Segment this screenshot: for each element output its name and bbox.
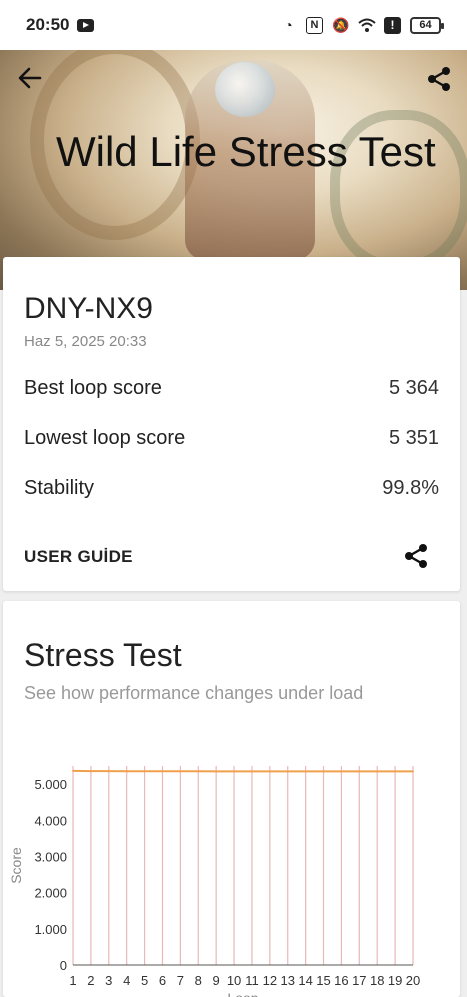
- status-bar: 20:50 ◔ N 🔕 ! 64: [0, 0, 467, 50]
- data-point: [197, 770, 200, 773]
- x-tick-label: 8: [195, 973, 202, 988]
- share-icon[interactable]: [401, 541, 431, 571]
- data-point: [268, 770, 271, 773]
- x-tick-label: 18: [370, 973, 384, 988]
- x-tick-label: 20: [406, 973, 420, 988]
- data-point: [161, 770, 164, 773]
- data-point: [322, 770, 325, 773]
- back-arrow-icon[interactable]: [16, 64, 44, 92]
- section-subtitle: See how performance changes under load: [24, 683, 364, 703]
- data-point: [215, 770, 218, 773]
- data-point: [340, 770, 343, 773]
- nfc-icon: N: [306, 16, 323, 34]
- x-tick-label: 6: [159, 973, 166, 988]
- data-point: [125, 770, 128, 773]
- data-point: [107, 770, 110, 773]
- data-point: [89, 770, 92, 772]
- x-tick-label: 2: [87, 973, 94, 988]
- x-tick-label: 16: [334, 973, 348, 988]
- x-tick-label: 13: [281, 973, 295, 988]
- device-name: DNY-NX9: [24, 292, 153, 325]
- data-point: [286, 770, 289, 773]
- wifi-icon: [358, 17, 376, 34]
- data-point: [179, 770, 182, 773]
- row-value: 99.8%: [382, 477, 439, 499]
- x-tick-label: 9: [213, 973, 220, 988]
- data-point: [72, 770, 74, 772]
- stability-row: Stability 99.8%: [24, 477, 439, 500]
- y-tick-label: 5.000: [34, 777, 67, 792]
- x-tick-label: 3: [105, 973, 112, 988]
- speedometer-icon: ◔: [284, 16, 293, 33]
- row-value: 5 364: [388, 377, 439, 399]
- page-title: Wild Life Stress Test: [56, 128, 436, 175]
- stress-chart: 01.0002.0003.0004.0005.0001 2 3 4 5 6 7 8 9 10 11 1…: [8, 766, 420, 997]
- data-point: [376, 770, 379, 773]
- x-tick-label: 5: [141, 973, 148, 988]
- result-card: DNY-NX9 Haz 5, 2025 20:33 Best loop scor…: [3, 257, 460, 591]
- y-tick-label: 3.000: [34, 849, 67, 864]
- user-guide-link[interactable]: USER GUİDE: [24, 547, 133, 567]
- x-tick-label: 12: [263, 973, 277, 988]
- data-point: [358, 770, 361, 773]
- x-tick-label: 19: [388, 973, 402, 988]
- stress-test-card: Stress Test See how performance changes …: [3, 601, 460, 997]
- hero-helmet: [215, 62, 275, 117]
- lowest-loop-row: Lowest loop score 5 351: [24, 427, 439, 450]
- data-point: [251, 770, 253, 773]
- x-tick-label: 4: [123, 973, 130, 988]
- row-label: Stability: [24, 477, 95, 499]
- row-label: Best loop score: [24, 377, 162, 399]
- y-tick-label: 0: [60, 958, 67, 973]
- data-point: [412, 770, 414, 773]
- best-loop-row: Best loop score 5 364: [24, 377, 439, 400]
- x-tick-label: 15: [316, 973, 330, 988]
- x-tick-label: 1: [69, 973, 76, 988]
- alert-icon: !: [384, 16, 401, 34]
- battery-level: 64: [419, 18, 432, 31]
- y-tick-label: 4.000: [34, 813, 67, 828]
- data-point: [143, 770, 146, 773]
- y-tick-label: 1.000: [34, 922, 67, 937]
- x-axis-label: Loop: [227, 990, 258, 997]
- y-axis-label: Score: [8, 847, 24, 884]
- row-label: Lowest loop score: [24, 427, 186, 449]
- x-tick-label: 11: [245, 973, 259, 988]
- status-icons: ◔ N 🔕 ! 64: [280, 16, 444, 34]
- x-tick-label: 14: [298, 973, 312, 988]
- x-tick-label: 10: [227, 973, 241, 988]
- share-icon[interactable]: [424, 64, 454, 94]
- data-point: [233, 770, 235, 773]
- mute-icon: 🔕: [332, 16, 350, 33]
- youtube-icon: [77, 18, 95, 32]
- data-point: [394, 770, 397, 773]
- x-tick-label: 17: [352, 973, 366, 988]
- y-tick-label: 2.000: [34, 886, 67, 901]
- result-date: Haz 5, 2025 20:33: [24, 333, 147, 350]
- section-title: Stress Test: [24, 637, 182, 673]
- x-tick-label: 7: [177, 973, 184, 988]
- battery-icon: 64: [410, 16, 444, 34]
- data-point: [304, 770, 307, 773]
- row-value: 5 351: [388, 427, 439, 449]
- status-time: 20:50: [26, 15, 70, 34]
